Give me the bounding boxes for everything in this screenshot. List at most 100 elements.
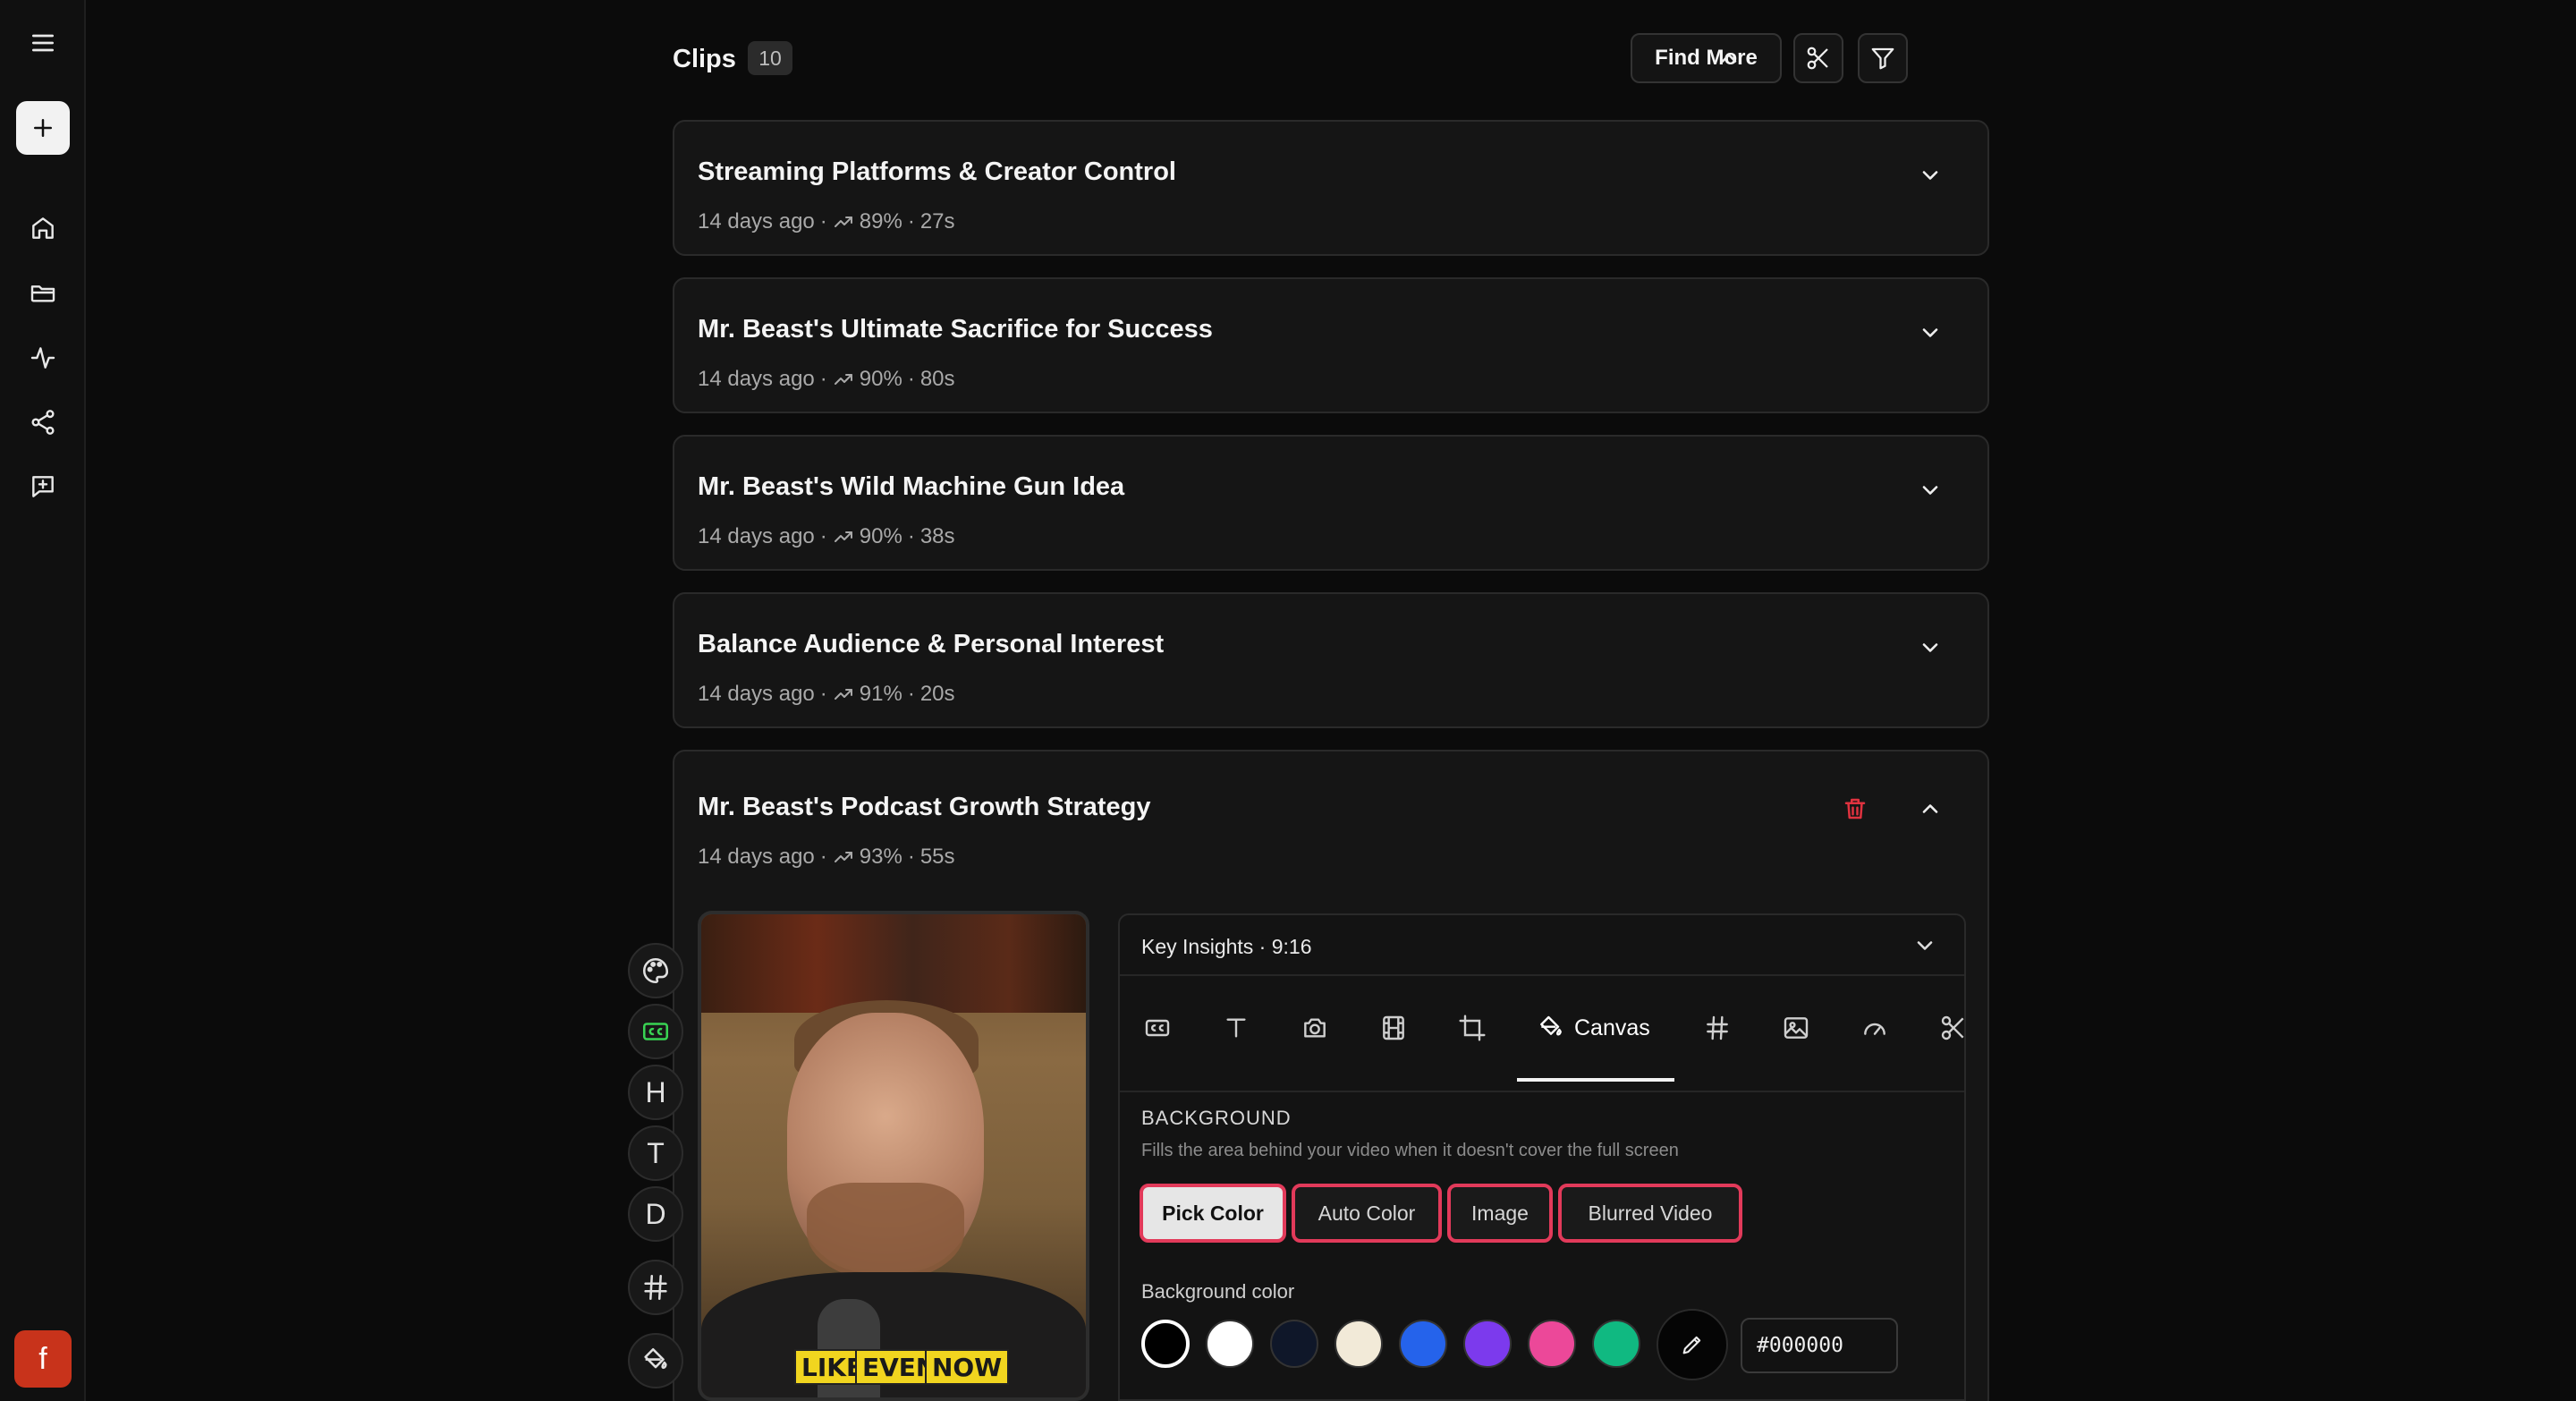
find-more-button[interactable]: Find More bbox=[1631, 33, 1782, 83]
collapse-button[interactable] bbox=[1914, 793, 1946, 825]
heading-tool[interactable]: H bbox=[628, 1065, 683, 1120]
d-tool[interactable]: D bbox=[628, 1186, 683, 1242]
clip-score: 89% bbox=[859, 209, 902, 234]
style-tool[interactable] bbox=[628, 943, 683, 998]
filter-button[interactable] bbox=[1858, 33, 1908, 83]
expand-button[interactable] bbox=[1914, 474, 1946, 506]
auto-color-option[interactable]: Auto Color bbox=[1292, 1184, 1442, 1243]
tab-text[interactable] bbox=[1222, 1006, 1250, 1049]
clip-duration: 27s bbox=[919, 209, 955, 234]
speed-tab-icon bbox=[1864, 1023, 1885, 1035]
clip-card[interactable]: Streaming Platforms & Creator Control 14… bbox=[673, 120, 1989, 256]
image-option[interactable]: Image bbox=[1447, 1184, 1553, 1243]
clip-title: Mr. Beast's Ultimate Sacrifice for Succe… bbox=[698, 315, 1213, 344]
heading-icon: H bbox=[645, 1075, 666, 1108]
tab-canvas[interactable]: Canvas bbox=[1537, 1006, 1650, 1049]
meta-separator: · bbox=[819, 367, 827, 391]
clip-meta: 14 days ago · 89% · 27s bbox=[698, 209, 955, 234]
video-subject-beard bbox=[807, 1183, 964, 1281]
filter-icon bbox=[1871, 47, 1894, 70]
clip-meta: 14 days ago · 90% · 38s bbox=[698, 524, 955, 549]
canvas-tab-icon bbox=[1540, 1015, 1562, 1036]
tab-crop[interactable] bbox=[1458, 1006, 1487, 1049]
hex-color-input[interactable] bbox=[1741, 1318, 1898, 1373]
meta-separator: · bbox=[819, 209, 827, 234]
text-tab-icon bbox=[1226, 1018, 1246, 1038]
avatar[interactable]: f bbox=[14, 1330, 72, 1388]
menu-button[interactable] bbox=[16, 16, 70, 70]
meta-separator: · bbox=[907, 367, 915, 391]
clip-card[interactable]: Mr. Beast's Wild Machine Gun Idea 14 day… bbox=[673, 435, 1989, 571]
meta-separator: · bbox=[819, 682, 827, 706]
delete-clip-button[interactable] bbox=[1839, 793, 1871, 825]
swatch-cream[interactable] bbox=[1335, 1320, 1383, 1368]
template-selector[interactable]: Key Insights · 9:16 bbox=[1120, 915, 1964, 976]
new-project-button[interactable] bbox=[16, 101, 70, 155]
sidebar: f bbox=[0, 0, 86, 1401]
swatch-green[interactable] bbox=[1592, 1320, 1640, 1368]
tab-image[interactable] bbox=[1782, 1006, 1810, 1049]
collapse-all-button[interactable] bbox=[1708, 38, 1750, 79]
layout-tool[interactable] bbox=[628, 1260, 683, 1315]
clip-score: 90% bbox=[859, 367, 902, 391]
swatch-black[interactable] bbox=[1141, 1320, 1190, 1368]
plus-icon bbox=[34, 119, 52, 137]
swatch-purple[interactable] bbox=[1463, 1320, 1512, 1368]
expand-button[interactable] bbox=[1914, 632, 1946, 664]
meta-separator: · bbox=[907, 682, 915, 706]
clip-tool-button[interactable] bbox=[1793, 33, 1843, 83]
clip-duration: 20s bbox=[919, 682, 955, 706]
settings-tabs: Canvas bbox=[1120, 978, 1964, 1092]
clip-card[interactable]: Balance Audience & Personal Interest 14 … bbox=[673, 592, 1989, 728]
meta-separator: · bbox=[907, 209, 915, 234]
scissors-tab-icon bbox=[1941, 1015, 1964, 1040]
text-tool[interactable]: T bbox=[628, 1125, 683, 1181]
swatch-blue[interactable] bbox=[1399, 1320, 1447, 1368]
blurred-video-option[interactable]: Blurred Video bbox=[1558, 1184, 1742, 1243]
clip-card[interactable]: Mr. Beast's Ultimate Sacrifice for Succe… bbox=[673, 277, 1989, 413]
clip-duration: 80s bbox=[919, 367, 955, 391]
clip-age: 14 days ago bbox=[698, 209, 815, 234]
swatch-white[interactable] bbox=[1206, 1320, 1254, 1368]
tab-film[interactable] bbox=[1379, 1006, 1408, 1049]
pick-color-option[interactable]: Pick Color bbox=[1140, 1184, 1286, 1243]
swatch-pink[interactable] bbox=[1528, 1320, 1576, 1368]
camera-tab-icon bbox=[1304, 1018, 1326, 1038]
sidebar-item-folders[interactable] bbox=[16, 266, 70, 319]
clip-meta: 14 days ago · 93% · 55s bbox=[698, 845, 955, 870]
tab-layout[interactable] bbox=[1703, 1006, 1732, 1049]
clip-duration: 55s bbox=[919, 845, 955, 869]
hash-icon bbox=[644, 1274, 667, 1301]
sidebar-item-home[interactable] bbox=[16, 201, 70, 255]
trending-up-icon bbox=[834, 374, 852, 385]
clip-meta: 14 days ago · 90% · 80s bbox=[698, 367, 955, 392]
chevron-down-icon bbox=[1922, 171, 1938, 180]
expand-button[interactable] bbox=[1914, 317, 1946, 349]
background-color-label: Background color bbox=[1141, 1280, 1295, 1303]
video-preview[interactable]: LIKE EVEN NOW bbox=[698, 911, 1089, 1401]
clip-age: 14 days ago bbox=[698, 524, 815, 548]
expand-button[interactable] bbox=[1914, 159, 1946, 191]
clip-title: Mr. Beast's Podcast Growth Strategy bbox=[698, 793, 1151, 821]
sidebar-item-share[interactable] bbox=[16, 395, 70, 449]
clip-settings-panel: Key Insights · 9:16 Canvas BACKGROUND Fi… bbox=[1118, 913, 1966, 1401]
sidebar-item-feedback[interactable] bbox=[16, 460, 70, 514]
chevron-down-icon bbox=[1922, 328, 1938, 337]
trending-up-icon bbox=[834, 689, 852, 700]
sidebar-item-analytics[interactable] bbox=[16, 331, 70, 385]
background-tool[interactable] bbox=[628, 1333, 683, 1388]
custom-color-button[interactable] bbox=[1657, 1309, 1728, 1380]
clip-meta: 14 days ago · 91% · 20s bbox=[698, 682, 955, 707]
background-section-title: BACKGROUND bbox=[1141, 1107, 1292, 1129]
tab-camera[interactable] bbox=[1301, 1006, 1329, 1049]
activity-icon bbox=[30, 347, 55, 369]
captions-tool[interactable] bbox=[628, 1004, 683, 1059]
tab-speed[interactable] bbox=[1860, 1006, 1889, 1049]
hamburger-icon bbox=[32, 34, 54, 52]
chevron-down-icon bbox=[1922, 486, 1938, 495]
tab-trim[interactable] bbox=[1939, 1006, 1964, 1049]
swatch-navy[interactable] bbox=[1270, 1320, 1318, 1368]
tab-captions[interactable] bbox=[1143, 1006, 1172, 1049]
home-icon bbox=[32, 217, 54, 239]
d-icon: D bbox=[645, 1197, 666, 1230]
